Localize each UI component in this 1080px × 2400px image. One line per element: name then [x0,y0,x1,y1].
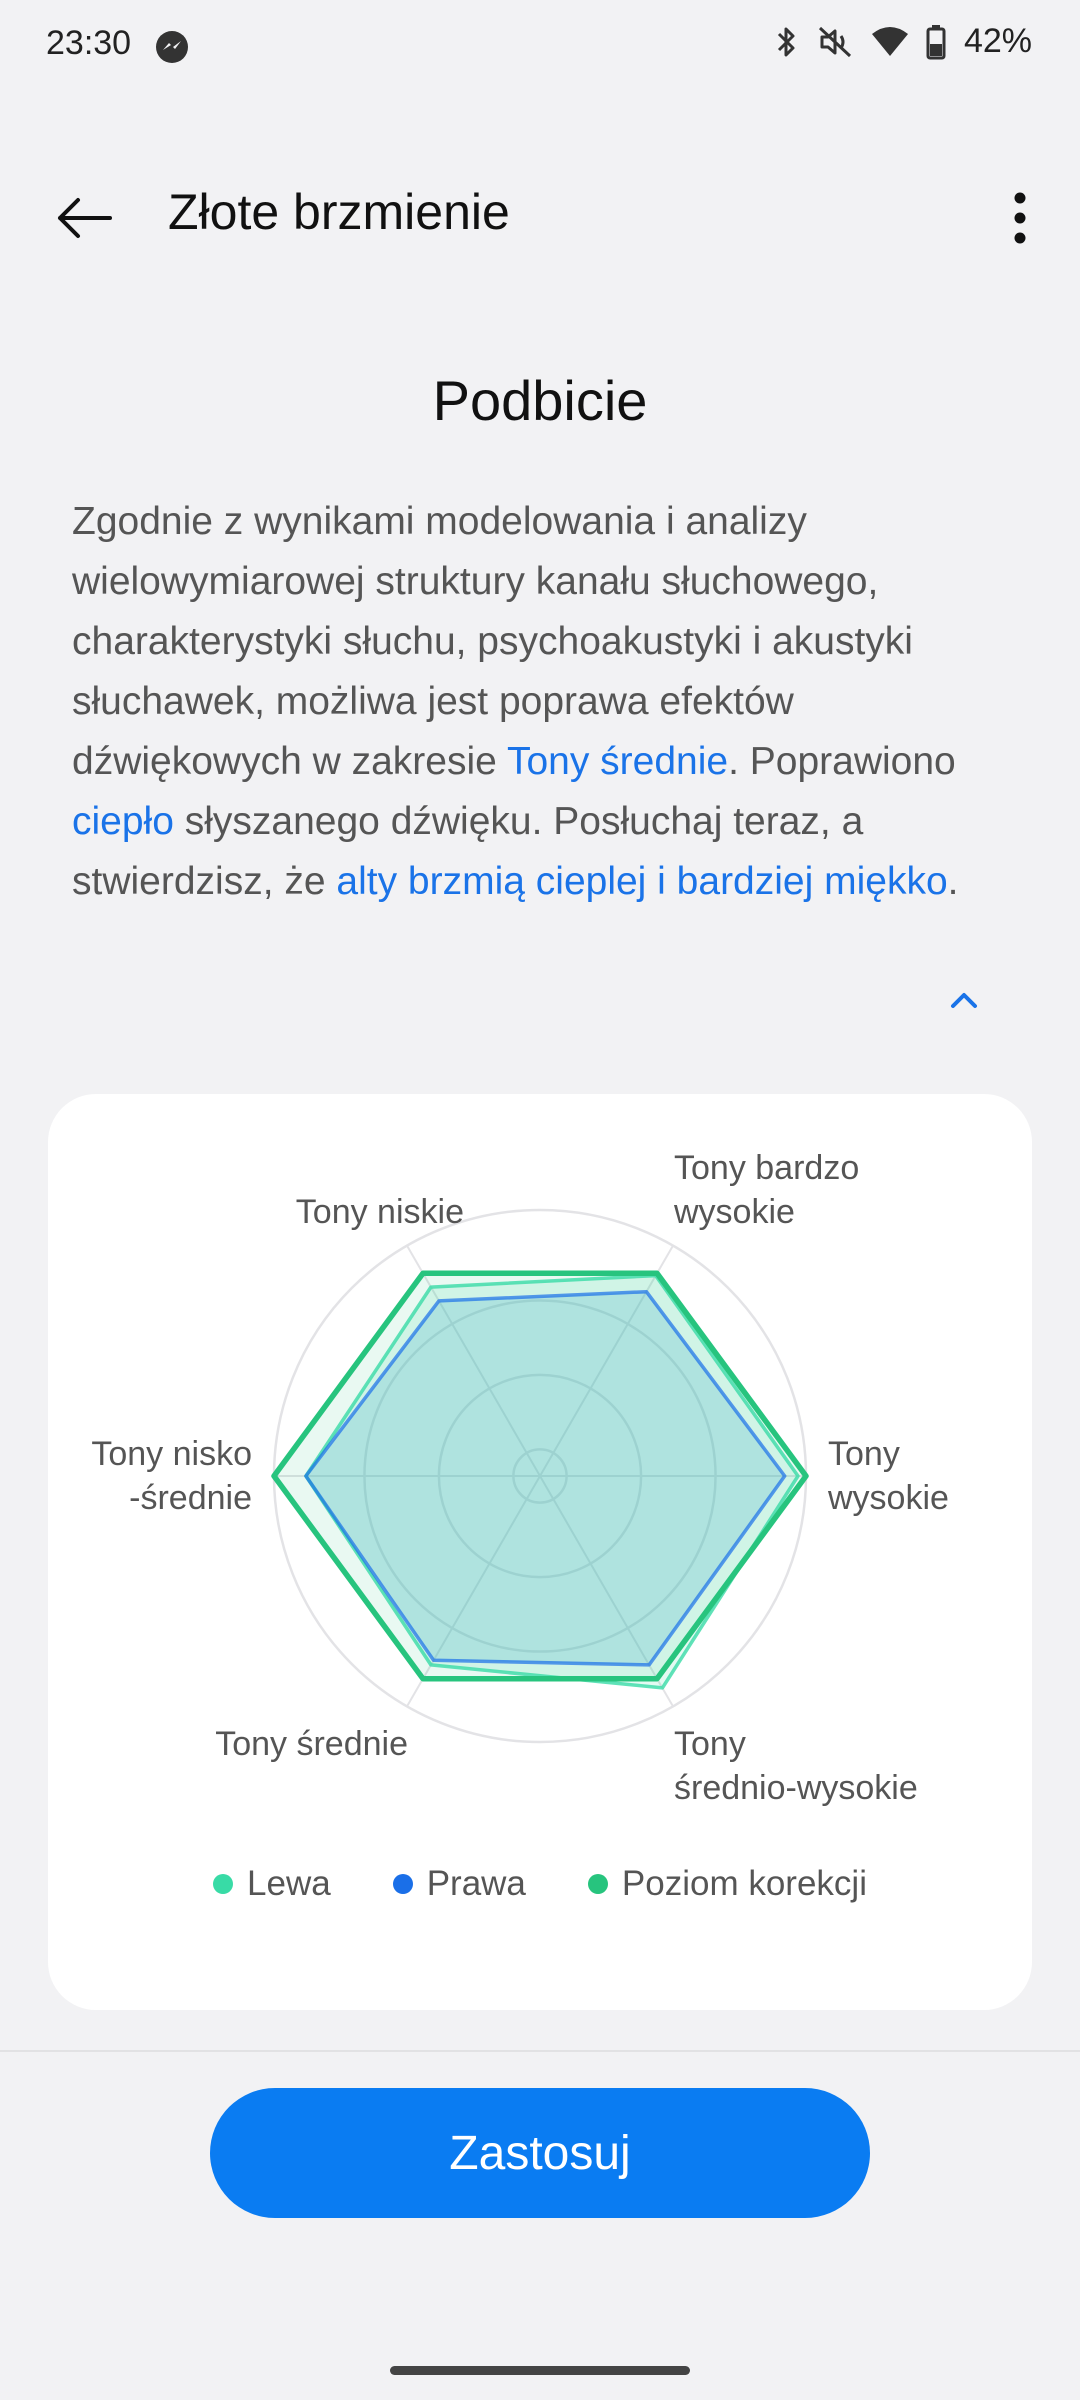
battery-icon [926,24,946,59]
mute-icon [818,26,851,57]
back-arrow-icon [58,198,112,238]
app-bar: Złote brzmienie [0,150,1080,280]
description-part: . Poprawiono [728,740,956,783]
legend-label: Lewa [247,1864,331,1903]
axis-label: Tony nisko -średnie [91,1435,252,1517]
legend-dot [392,1874,413,1894]
section-title: Podbicie [432,369,648,432]
status-time: 23:30 [46,24,132,62]
axis-label: Tony wysokie [828,1435,949,1517]
legend-label: Prawa [426,1864,526,1903]
app-title: Złote brzmienie [168,184,510,240]
highlight-mid-tones: Tony średnie [506,740,729,783]
back-button[interactable] [44,178,124,258]
screen: 23:30 42% Złote brzmienie Podbicie Zgodn… [0,0,1080,2400]
legend-label: Poziom korekcji [621,1864,867,1903]
highlight-warmth: ciepło [72,800,174,843]
legend-dot [587,1874,608,1894]
home-indicator[interactable] [390,2366,690,2375]
axis-label: Tony niskie [295,1193,464,1231]
axis-label: Tony średnie [215,1725,408,1763]
apply-button[interactable]: Zastosuj [210,2088,870,2218]
chart-legend: Lewa Prawa Poziom korekcji [48,1864,1032,1904]
battery-percent: 42% [963,22,1032,60]
description-part: . [947,860,959,903]
more-options-button[interactable] [990,178,1050,258]
collapse-button[interactable] [936,980,992,1020]
more-vert-icon [1014,192,1026,244]
legend-item: Poziom korekcji [587,1864,867,1904]
divider [0,2050,1080,2052]
highlight-altos: alty brzmią cieplej i bardziej miękko [336,860,948,903]
status-bar: 23:30 42% [0,0,1080,92]
chevron-up-icon [951,993,977,1008]
wifi-icon [871,26,908,56]
description-text: Zgodnie z wynikami modelowania i analizy… [72,492,1032,912]
axis-label: Tony średnio-wysokie [674,1725,918,1807]
messenger-icon [156,31,188,63]
legend-dot [213,1874,234,1894]
legend-item: Prawa [392,1864,526,1904]
status-icons: 42% [774,22,1032,61]
bluetooth-icon [777,27,795,56]
chart-card: Tony niskie Tony bardzo wysokie Tony wysok… [48,1094,1032,2010]
legend-item: Lewa [213,1864,331,1904]
axis-label: Tony bardzo wysokie [674,1149,860,1231]
